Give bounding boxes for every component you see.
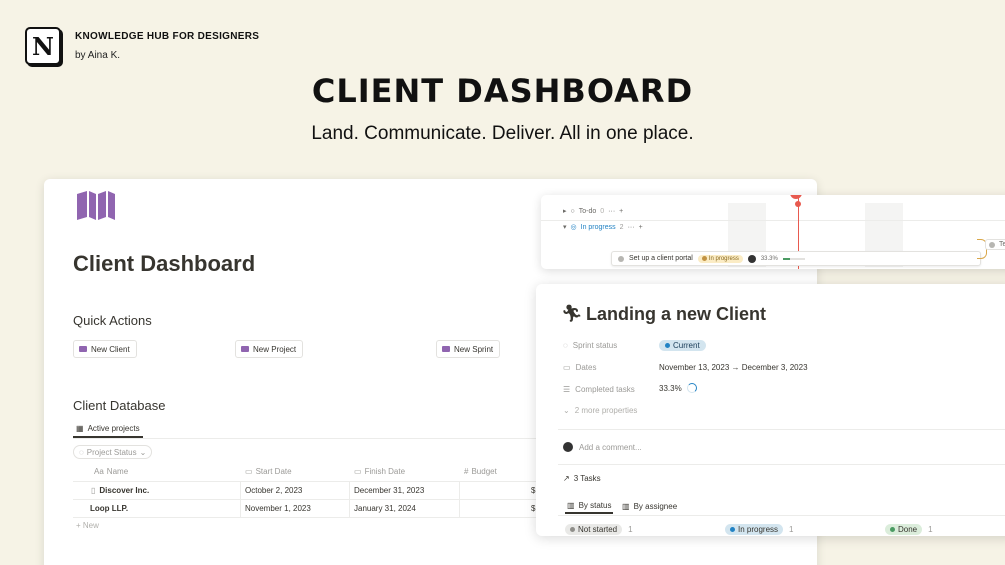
template-icon: [241, 346, 249, 352]
status-icon: ◌: [79, 447, 84, 457]
board-group-in-progress[interactable]: In progress 1: [725, 524, 793, 535]
status-badge: Current: [659, 340, 706, 351]
quick-actions-heading: Quick Actions: [73, 313, 152, 328]
page-title: Client Dashboard: [73, 251, 256, 276]
column-header-start-date[interactable]: ▭ Start Date: [245, 467, 292, 476]
column-header-budget[interactable]: # Budget: [464, 467, 497, 476]
sprint-title: Landing a new Client: [586, 304, 767, 324]
book-open-icon: [77, 191, 115, 220]
timeline-task-bar[interactable]: Set up a client portal In progress 33.3%: [611, 251, 981, 266]
client-database-heading: Client Database: [73, 398, 166, 413]
today-dot: [795, 201, 801, 207]
comment-input[interactable]: Add a comment...: [563, 442, 642, 452]
template-icon: [79, 346, 87, 352]
hero-subtitle: Land. Communicate. Deliver. All in one p…: [311, 123, 694, 144]
status-badge: In progress: [697, 254, 743, 263]
group-in-progress[interactable]: ▾ ◎ In progress 2 ··· +: [563, 223, 643, 232]
divider: [558, 515, 1005, 516]
running-person-icon: 🏃︎: [561, 304, 583, 323]
group-todo[interactable]: ▸ ○ To-do 0 ··· +: [563, 207, 623, 216]
chevron-down-icon: ⌄: [139, 447, 147, 457]
table-icon: ▦: [76, 423, 84, 433]
brand-title: KNOWLEDGE HUB FOR DESIGNERS: [75, 31, 260, 42]
new-project-button[interactable]: New Project: [235, 340, 304, 358]
page-icon: ▯: [91, 486, 96, 495]
tab-by-assignee[interactable]: ▥ By assignee: [620, 498, 679, 514]
checklist-icon: ☰: [563, 385, 571, 394]
timeline-view: ▸ ○ To-do 0 ··· + ▾ ◎ In progress 2 ··· …: [541, 195, 1005, 269]
divider: [558, 464, 1005, 465]
progress-ring-icon: [686, 383, 697, 393]
column-divider: [240, 481, 241, 517]
timeline-task-bar-partial[interactable]: Te: [985, 239, 1005, 250]
divider: [558, 429, 1005, 430]
sprint-status-value[interactable]: Current: [659, 340, 706, 351]
text-type-icon: Aa: [94, 467, 104, 476]
status-dot-icon: [989, 241, 995, 248]
column-divider: [459, 481, 460, 517]
board-group-not-started[interactable]: Not started 1: [565, 524, 633, 535]
sprint-detail-page: 🏃︎ Landing a new Client ◌ Sprint status C…: [536, 284, 1005, 536]
project-status-filter[interactable]: ◌ Project Status ⌄: [73, 445, 153, 459]
board-icon: ▥: [622, 501, 630, 511]
dates-value[interactable]: November 13, 2023 → December 3, 2023: [659, 363, 808, 372]
chevron-down-icon: ⌄: [563, 406, 570, 415]
calendar-icon: ▭: [354, 467, 362, 476]
more-properties-toggle[interactable]: ⌄ 2 more properties: [563, 406, 637, 415]
new-sprint-button[interactable]: New Sprint: [436, 340, 501, 358]
tasks-relation-label[interactable]: ↗ 3 Tasks: [563, 474, 601, 483]
avatar: [747, 254, 756, 263]
number-icon: #: [464, 467, 469, 476]
tab-active-projects[interactable]: ▦ Active projects: [73, 420, 143, 438]
column-header-name[interactable]: Aa Name: [94, 467, 128, 476]
tab-by-status[interactable]: ▥ By status: [565, 498, 614, 514]
status-icon: ◌: [563, 341, 568, 350]
caret-down-icon: ▾: [563, 224, 567, 231]
calendar-icon: ▭: [563, 363, 571, 372]
column-header-finish-date[interactable]: ▭ Finish Date: [354, 467, 405, 476]
board-group-done[interactable]: Done 1: [885, 524, 933, 535]
new-row-button[interactable]: + New: [76, 521, 99, 530]
hero-title: CLIENT DASHBOARD: [311, 72, 694, 110]
circle-icon: ○: [570, 207, 575, 215]
group-divider: [541, 220, 1005, 221]
new-client-button[interactable]: New Client: [73, 340, 137, 358]
status-dot-icon: [618, 255, 624, 262]
property-label: ▭ Dates: [563, 363, 597, 372]
column-divider: [349, 481, 350, 517]
progress-bar: [782, 257, 805, 260]
property-label: ☰ Completed tasks: [563, 385, 635, 394]
arrow-up-right-icon: ↗: [563, 474, 570, 483]
in-progress-icon: ◎: [570, 224, 577, 231]
avatar: [563, 442, 573, 452]
template-icon: [442, 346, 450, 352]
completed-tasks-value[interactable]: 33.3%: [659, 383, 697, 393]
notion-logo-icon: N: [25, 27, 61, 65]
property-label: ◌ Sprint status: [563, 341, 618, 350]
calendar-icon: ▭: [245, 467, 253, 476]
caret-right-icon: ▸: [563, 208, 567, 215]
brand-author: by Aina K.: [75, 50, 121, 61]
today-marker: [790, 195, 802, 199]
board-icon: ▥: [567, 500, 575, 510]
